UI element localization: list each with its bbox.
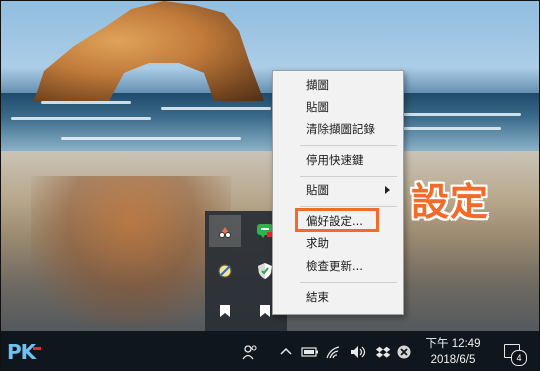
- menu-item-clear-history[interactable]: 清除擷圖記錄: [274, 118, 402, 140]
- preferences-highlight-box: [295, 208, 379, 232]
- tray-context-menu: 擷圖 貼圖 清除擷圖記錄 停用快速鍵 貼圖 偏好設定... 求助 檢查更新...…: [272, 70, 404, 315]
- snipaste-icon[interactable]: [209, 215, 241, 247]
- clock-time: 下午 12:49: [425, 338, 481, 350]
- screenshot-tool-icon[interactable]: [209, 255, 241, 287]
- battery-icon[interactable]: [301, 346, 319, 361]
- menu-item-paste-image[interactable]: 貼圖: [274, 96, 402, 118]
- menu-item-check-updates[interactable]: 檢查更新...: [274, 255, 402, 277]
- menu-separator: [300, 145, 397, 146]
- menu-item-disable-hotkeys[interactable]: 停用快速鍵: [274, 149, 402, 171]
- volume-icon[interactable]: [350, 345, 368, 362]
- close-circle-icon[interactable]: [396, 344, 412, 363]
- menu-separator: [300, 176, 397, 177]
- dropbox-icon[interactable]: [375, 345, 391, 362]
- action-center-icon[interactable]: 4: [501, 342, 527, 366]
- menu-item-screenshot[interactable]: 擷圖: [274, 74, 402, 96]
- people-icon[interactable]: [242, 344, 258, 363]
- pk-logo: PK: [7, 340, 42, 364]
- menu-separator: [300, 282, 397, 283]
- submenu-arrow-icon: [385, 186, 390, 194]
- chevron-up-icon[interactable]: [280, 346, 292, 359]
- rock-reflection: [31, 176, 231, 326]
- bookmark-icon[interactable]: [209, 295, 241, 327]
- menu-item-help[interactable]: 求助: [274, 232, 402, 254]
- clock-date: 2018/6/5: [430, 354, 476, 366]
- menu-separator: [300, 206, 397, 207]
- notification-count-badge: 4: [511, 350, 527, 366]
- annotation-label: 設定: [411, 180, 490, 224]
- system-clock[interactable]: 下午 12:49 2018/6/5: [417, 336, 489, 368]
- wifi-icon[interactable]: [326, 345, 342, 362]
- menu-item-exit[interactable]: 結束: [274, 286, 402, 308]
- menu-item-paste-submenu[interactable]: 貼圖: [274, 179, 402, 201]
- desktop: 擷圖 貼圖 清除擷圖記錄 停用快速鍵 貼圖 偏好設定... 求助 檢查更新...…: [0, 0, 540, 371]
- sea: [1, 93, 539, 153]
